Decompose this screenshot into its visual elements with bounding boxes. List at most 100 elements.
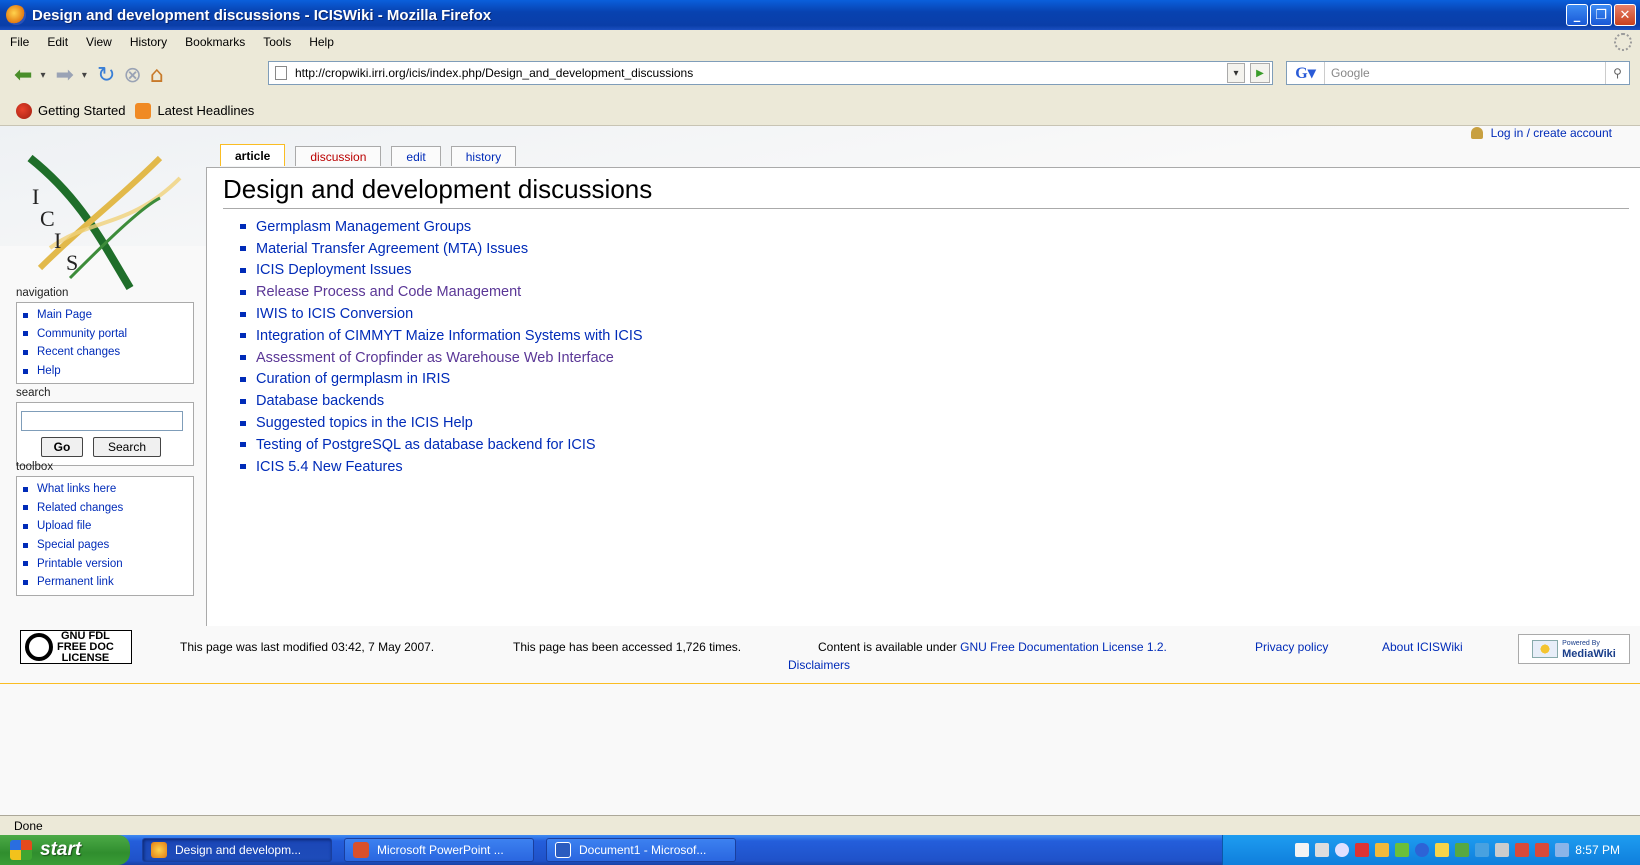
start-button[interactable]: start — [0, 835, 130, 865]
tray-app-icon[interactable] — [1455, 843, 1470, 857]
article-link[interactable]: Suggested topics in the ICIS Help — [256, 415, 473, 431]
license-link[interactable]: GNU Free Documentation License 1.2. — [960, 640, 1167, 654]
close-button[interactable]: ✕ — [1614, 4, 1636, 26]
list-item[interactable]: Material Transfer Agreement (MTA) Issues — [223, 238, 643, 260]
rss-icon — [135, 102, 152, 119]
article-link[interactable]: Database backends — [256, 393, 384, 409]
reload-icon[interactable]: ↻ — [97, 63, 115, 88]
volume-icon[interactable] — [1495, 843, 1510, 857]
help-icon[interactable] — [1295, 843, 1310, 857]
menu-help[interactable]: Help — [309, 35, 334, 49]
search-bar[interactable]: G▾ Google ⚲ — [1286, 61, 1630, 85]
login-link[interactable]: Log in / create account — [1470, 126, 1612, 140]
sidebar-item-permanent-link[interactable]: Permanent link — [23, 573, 193, 592]
tray-app-icon[interactable] — [1435, 843, 1450, 857]
list-item[interactable]: IWIS to ICIS Conversion — [223, 303, 643, 325]
tray-app-icon[interactable] — [1555, 843, 1570, 857]
menu-history[interactable]: History — [130, 35, 167, 49]
privacy-policy-link[interactable]: Privacy policy — [1255, 640, 1328, 654]
menu-view[interactable]: View — [86, 35, 112, 49]
list-item[interactable]: Release Process and Code Management — [223, 281, 643, 303]
back-arrow-icon[interactable]: ⬅ — [14, 63, 32, 88]
gnu-fdl-badge[interactable]: GNU FDL FREE DOC LICENSE — [20, 630, 132, 664]
sidebar-item-printable-version[interactable]: Printable version — [23, 554, 193, 573]
forward-history-dropdown-icon[interactable]: ▾ — [82, 70, 87, 81]
network-disconnected-icon[interactable] — [1535, 843, 1550, 857]
taskbar-item-word[interactable]: Document1 - Microsof... — [546, 838, 736, 862]
article-link[interactable]: Germplasm Management Groups — [256, 219, 471, 235]
bullet-icon — [23, 561, 28, 567]
tray-app-icon[interactable] — [1375, 843, 1390, 857]
tab-history[interactable]: history — [450, 146, 517, 166]
article-link[interactable]: Release Process and Code Management — [256, 284, 521, 300]
search-button[interactable]: Search — [93, 437, 161, 457]
maximize-button[interactable]: ❐ — [1590, 4, 1612, 26]
bookmark-getting-started[interactable]: Getting Started — [16, 102, 125, 119]
list-item[interactable]: Testing of PostgreSQL as database backen… — [223, 434, 643, 456]
bookmark-label: Latest Headlines — [157, 103, 255, 118]
stop-icon[interactable]: ⊗ — [123, 63, 141, 88]
go-arrow-icon[interactable]: ▶ — [1250, 63, 1270, 83]
list-item[interactable]: Assessment of Cropfinder as Warehouse We… — [223, 347, 643, 369]
article-link[interactable]: IWIS to ICIS Conversion — [256, 306, 413, 322]
list-item[interactable]: Germplasm Management Groups — [223, 216, 643, 238]
tab-article[interactable]: article — [220, 144, 286, 166]
bullet-icon — [240, 224, 246, 230]
article-link[interactable]: ICIS Deployment Issues — [256, 262, 412, 278]
sidebar-item-related-changes[interactable]: Related changes — [23, 499, 193, 518]
article-link[interactable]: Integration of CIMMYT Maize Information … — [256, 328, 643, 344]
powered-by-mediawiki-badge[interactable]: Powered By MediaWiki — [1518, 634, 1630, 664]
url-history-dropdown-icon[interactable]: ▾ — [1227, 63, 1245, 83]
minimize-button[interactable]: _ — [1566, 4, 1588, 26]
tray-app-icon[interactable] — [1395, 843, 1410, 857]
list-item[interactable]: Database backends — [223, 390, 643, 412]
bullet-icon — [240, 464, 246, 470]
tray-app-icon[interactable] — [1475, 843, 1490, 857]
article-link[interactable]: Testing of PostgreSQL as database backen… — [256, 437, 596, 453]
search-input[interactable] — [21, 411, 183, 431]
sidebar-item-what-links-here[interactable]: What links here — [23, 480, 193, 499]
sidebar-item-special-pages[interactable]: Special pages — [23, 536, 193, 555]
license-prefix: Content is available under — [818, 640, 957, 654]
article-link[interactable]: ICIS 5.4 New Features — [256, 459, 403, 475]
sidebar-item-main-page[interactable]: Main Page — [23, 306, 193, 325]
back-history-dropdown-icon[interactable]: ▾ — [40, 70, 45, 81]
iciswiki-logo[interactable]: I C I S — [10, 138, 190, 298]
forward-arrow-icon[interactable]: ➡ — [55, 63, 73, 88]
article-link[interactable]: Curation of germplasm in IRIS — [256, 371, 450, 387]
bluetooth-icon[interactable] — [1415, 843, 1430, 857]
expand-tray-icon[interactable] — [1335, 843, 1350, 857]
sidebar-item-recent-changes[interactable]: Recent changes — [23, 343, 193, 362]
sidebar-item-community-portal[interactable]: Community portal — [23, 325, 193, 344]
menu-edit[interactable]: Edit — [47, 35, 68, 49]
address-bar[interactable]: http://cropwiki.irri.org/icis/index.php/… — [268, 61, 1273, 85]
network-disconnected-icon[interactable] — [1515, 843, 1530, 857]
tab-discussion[interactable]: discussion — [295, 146, 382, 166]
bullet-icon — [23, 486, 28, 492]
article-link[interactable]: Assessment of Cropfinder as Warehouse We… — [256, 350, 614, 366]
window-titlebar[interactable]: Design and development discussions - ICI… — [0, 0, 1640, 30]
go-button[interactable]: Go — [41, 437, 83, 457]
article-link[interactable]: Material Transfer Agreement (MTA) Issues — [256, 241, 528, 257]
menu-bookmarks[interactable]: Bookmarks — [185, 35, 245, 49]
bookmark-latest-headlines[interactable]: Latest Headlines — [135, 102, 255, 119]
tab-edit[interactable]: edit — [391, 146, 441, 166]
list-item[interactable]: Integration of CIMMYT Maize Information … — [223, 325, 643, 347]
sidebar-item-upload-file[interactable]: Upload file — [23, 517, 193, 536]
tray-app-icon[interactable] — [1355, 843, 1370, 857]
menu-file[interactable]: File — [10, 35, 29, 49]
taskbar-item-firefox[interactable]: Design and developm... — [142, 838, 332, 862]
sidebar-item-help[interactable]: Help — [23, 362, 193, 381]
search-magnifier-icon[interactable]: ⚲ — [1605, 62, 1629, 84]
disclaimers-link[interactable]: Disclaimers — [788, 658, 850, 672]
network-icon[interactable] — [1315, 843, 1330, 857]
list-item[interactable]: ICIS 5.4 New Features — [223, 456, 643, 478]
menu-tools[interactable]: Tools — [263, 35, 291, 49]
list-item[interactable]: Suggested topics in the ICIS Help — [223, 412, 643, 434]
list-item[interactable]: ICIS Deployment Issues — [223, 260, 643, 282]
google-engine-icon[interactable]: G▾ — [1287, 62, 1325, 84]
about-link[interactable]: About ICISWiki — [1382, 640, 1463, 654]
list-item[interactable]: Curation of germplasm in IRIS — [223, 369, 643, 391]
taskbar-item-powerpoint[interactable]: Microsoft PowerPoint ... — [344, 838, 534, 862]
home-icon[interactable]: ⌂ — [150, 63, 164, 88]
